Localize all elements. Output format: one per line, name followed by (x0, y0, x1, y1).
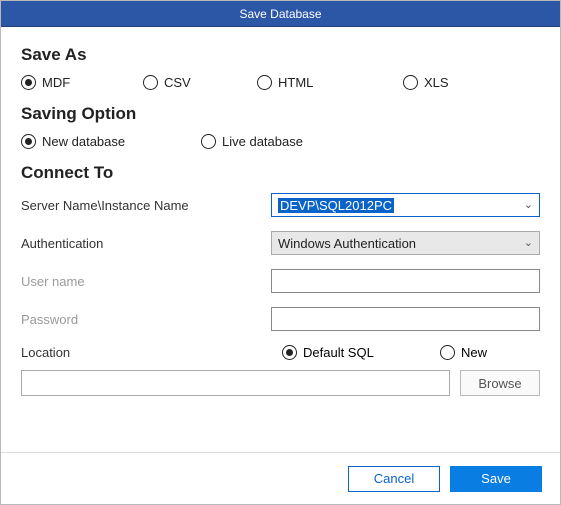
server-value: DEVP\SQL2012PC (278, 198, 394, 213)
cancel-button[interactable]: Cancel (348, 466, 440, 492)
server-combobox[interactable]: DEVP\SQL2012PC ⌄ (271, 193, 540, 217)
server-label: Server Name\Instance Name (21, 198, 271, 213)
server-row: Server Name\Instance Name DEVP\SQL2012PC… (21, 193, 540, 217)
auth-label: Authentication (21, 236, 271, 251)
auth-select[interactable]: Windows Authentication ⌄ (271, 231, 540, 255)
radio-label: New (461, 345, 487, 360)
radio-live-database[interactable]: Live database (201, 134, 361, 149)
radio-icon (257, 75, 272, 90)
chevron-down-icon: ⌄ (524, 236, 533, 249)
password-input-wrap (271, 307, 540, 331)
auth-row: Authentication Windows Authentication ⌄ (21, 231, 540, 255)
location-row: Location Default SQL New (21, 345, 540, 360)
radio-html[interactable]: HTML (257, 75, 403, 90)
radio-icon (143, 75, 158, 90)
auth-value: Windows Authentication (278, 236, 416, 251)
radio-label: HTML (278, 75, 313, 90)
save-as-options: MDF CSV HTML XLS (21, 75, 540, 90)
radio-label: CSV (164, 75, 191, 90)
radio-xls[interactable]: XLS (403, 75, 483, 90)
chevron-down-icon: ⌄ (524, 198, 533, 211)
saving-option-options: New database Live database (21, 134, 540, 149)
password-input[interactable] (278, 308, 533, 330)
radio-label: MDF (42, 75, 70, 90)
dialog-window: Save Database Save As MDF CSV HTML XLS S… (0, 0, 561, 505)
password-label: Password (21, 312, 271, 327)
radio-icon (282, 345, 297, 360)
username-row: User name (21, 269, 540, 293)
path-input[interactable] (21, 370, 450, 396)
save-as-heading: Save As (21, 45, 540, 65)
username-input[interactable] (278, 270, 533, 292)
radio-location-new[interactable]: New (440, 345, 520, 360)
username-input-wrap (271, 269, 540, 293)
dialog-content: Save As MDF CSV HTML XLS Saving Option (1, 27, 560, 452)
path-row: Browse (21, 370, 540, 396)
connect-to-heading: Connect To (21, 163, 540, 183)
save-button[interactable]: Save (450, 466, 542, 492)
radio-icon (21, 75, 36, 90)
username-label: User name (21, 274, 271, 289)
radio-default-sql[interactable]: Default SQL (282, 345, 440, 360)
radio-icon (201, 134, 216, 149)
radio-label: New database (42, 134, 125, 149)
password-row: Password (21, 307, 540, 331)
radio-csv[interactable]: CSV (143, 75, 257, 90)
title-bar: Save Database (1, 1, 560, 27)
location-label: Location (21, 345, 282, 360)
radio-label: Default SQL (303, 345, 374, 360)
radio-icon (403, 75, 418, 90)
radio-icon (21, 134, 36, 149)
radio-label: Live database (222, 134, 303, 149)
radio-icon (440, 345, 455, 360)
window-title: Save Database (239, 7, 321, 21)
radio-mdf[interactable]: MDF (21, 75, 143, 90)
radio-new-database[interactable]: New database (21, 134, 201, 149)
browse-button[interactable]: Browse (460, 370, 540, 396)
saving-option-heading: Saving Option (21, 104, 540, 124)
radio-label: XLS (424, 75, 449, 90)
dialog-footer: Cancel Save (1, 452, 560, 504)
